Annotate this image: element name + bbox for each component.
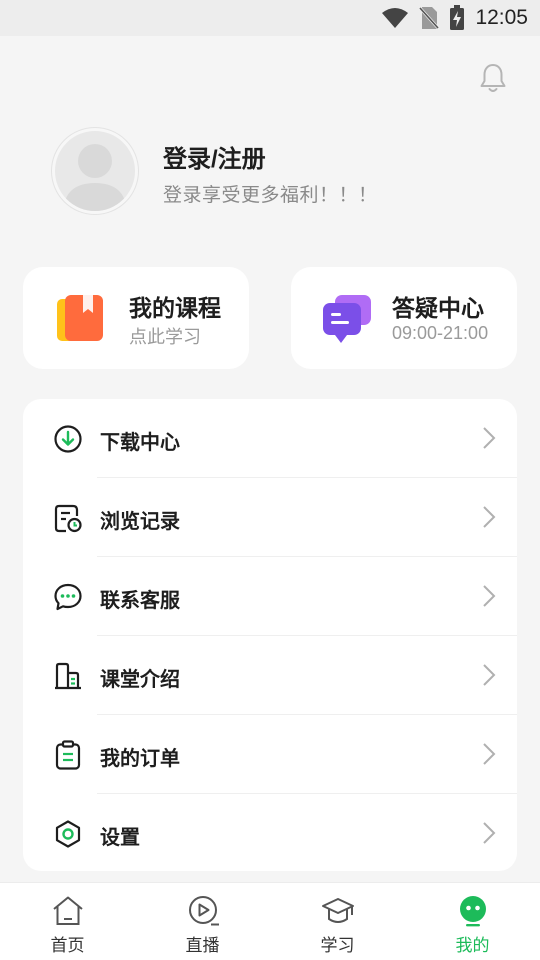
card-title: 答疑中心 [392,295,484,321]
download-icon [54,425,82,453]
qa-center-card[interactable]: 答疑中心 09:00-21:00 [291,267,517,369]
course-book-icon [57,295,103,341]
menu-item-label: 设置 [100,827,140,849]
status-time: 12:05 [475,6,528,29]
tab-label: 学习 [320,936,355,955]
avatar[interactable] [52,128,138,214]
menu-item-label: 我的订单 [100,748,180,770]
no-sim-icon [419,6,440,30]
history-icon [54,504,82,533]
order-icon [55,740,81,770]
chat-bubbles-icon [323,295,371,343]
building-icon [55,662,81,690]
live-play-icon [188,896,219,926]
menu-item-class-intro[interactable]: 课堂介绍 [23,636,517,715]
menu-list: 下载中心 浏览记录 联系客服 课堂介绍 我的订单 设置 [23,399,517,871]
tab-label: 我的 [455,936,490,955]
tab-study[interactable]: 学习 [270,883,405,960]
battery-charging-icon [450,5,465,30]
chevron-right-icon [483,506,496,528]
card-subtitle: 09:00-21:00 [392,323,489,343]
customer-service-icon [54,583,82,611]
default-avatar-icon [63,144,127,211]
status-icons: 12:05 [381,0,528,36]
status-bar: 12:05 [0,0,540,36]
login-register-link[interactable]: 登录/注册 [163,139,266,174]
bell-icon[interactable] [478,62,508,94]
my-courses-card[interactable]: 我的课程 点此学习 [23,267,249,369]
chevron-right-icon [483,822,496,844]
menu-item-my-orders[interactable]: 我的订单 [23,715,517,794]
tab-home[interactable]: 首页 [0,883,135,960]
chevron-right-icon [483,427,496,449]
menu-item-label: 下载中心 [100,432,180,454]
chevron-right-icon [483,585,496,607]
login-subtitle: 登录享受更多福利！！！ [163,185,378,206]
menu-item-download-center[interactable]: 下载中心 [23,399,517,478]
card-subtitle: 点此学习 [129,327,201,347]
menu-item-browse-history[interactable]: 浏览记录 [23,478,517,557]
menu-item-label: 浏览记录 [100,511,180,533]
tab-label: 首页 [50,936,85,955]
tab-mine[interactable]: 我的 [405,883,540,960]
menu-item-settings[interactable]: 设置 [23,794,517,873]
tab-live[interactable]: 直播 [135,883,270,960]
chevron-right-icon [483,743,496,765]
menu-item-label: 课堂介绍 [100,669,180,691]
card-title: 我的课程 [129,295,221,321]
menu-item-label: 联系客服 [100,590,180,612]
settings-icon [55,820,81,848]
graduation-cap-icon [321,898,354,923]
bottom-tab-bar: 首页 直播 学习 我的 [0,882,540,960]
chevron-right-icon [483,664,496,686]
home-icon [52,896,83,925]
mine-face-icon [459,896,486,927]
menu-item-contact-service[interactable]: 联系客服 [23,557,517,636]
wifi-icon [382,8,409,28]
tab-label: 直播 [185,936,220,955]
